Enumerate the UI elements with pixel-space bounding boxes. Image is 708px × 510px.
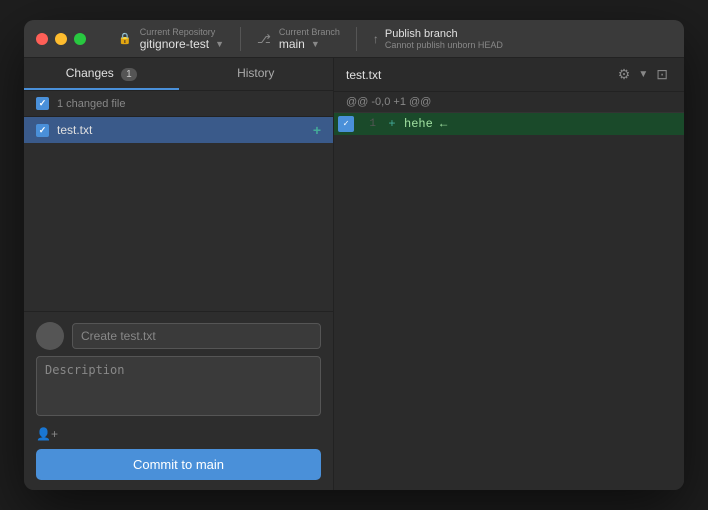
repo-label: Current Repository xyxy=(140,27,224,37)
tab-history[interactable]: History xyxy=(179,58,334,90)
split-view-icon[interactable]: ⊡ xyxy=(652,64,672,85)
diff-filename: test.txt xyxy=(346,68,381,82)
file-item[interactable]: test.txt + xyxy=(24,117,333,143)
changed-header-left: 1 changed file xyxy=(36,97,126,110)
diff-line-added: 1 + hehe ← xyxy=(334,113,684,135)
file-status-icon: + xyxy=(313,122,321,138)
commit-description-input[interactable] xyxy=(36,356,321,416)
settings-dropdown[interactable]: ▼ xyxy=(638,69,648,80)
close-button[interactable] xyxy=(36,33,48,45)
commit-title-input[interactable] xyxy=(72,323,321,349)
repo-name-row: gitignore-test ▼ xyxy=(140,37,224,51)
commit-button[interactable]: Commit to main xyxy=(36,449,321,480)
publish-label: Publish branch xyxy=(385,28,503,40)
file-checkbox[interactable] xyxy=(36,124,49,137)
app-window: 🔒 Current Repository gitignore-test ▼ ⎇ … xyxy=(24,20,684,490)
traffic-lights xyxy=(36,33,86,45)
commit-author-row xyxy=(36,322,321,350)
titlebar-sections: 🔒 Current Repository gitignore-test ▼ ⎇ … xyxy=(102,27,672,51)
diff-line-num: 1 xyxy=(354,118,384,130)
diff-header: test.txt ⚙ ▼ ⊡ xyxy=(334,58,684,92)
main-content: Changes 1 History 1 changed file test.tx xyxy=(24,58,684,490)
file-list: test.txt + xyxy=(24,117,333,311)
diff-controls: ⚙ ▼ ⊡ xyxy=(614,64,672,85)
publish-icon: ↑ xyxy=(373,32,379,46)
repo-name: gitignore-test xyxy=(140,37,209,51)
coauthor-icon: 👤+ xyxy=(36,427,58,441)
branch-name-row: main ▼ xyxy=(279,37,340,51)
right-panel: test.txt ⚙ ▼ ⊡ @@ -0,0 +1 @@ 1 + hehe ← xyxy=(334,58,684,490)
commit-area: 👤+ Commit to main xyxy=(24,311,333,490)
repo-section[interactable]: 🔒 Current Repository gitignore-test ▼ xyxy=(102,27,241,51)
diff-hunk-header: @@ -0,0 +1 @@ xyxy=(334,92,684,113)
titlebar: 🔒 Current Repository gitignore-test ▼ ⎇ … xyxy=(24,20,684,58)
changed-count-label: 1 changed file xyxy=(57,98,126,110)
tab-bar: Changes 1 History xyxy=(24,58,333,91)
minimize-button[interactable] xyxy=(55,33,67,45)
diff-line-type: + xyxy=(384,117,400,131)
commit-footer: 👤+ xyxy=(36,427,321,441)
file-name: test.txt xyxy=(57,123,305,137)
diff-line-checkbox[interactable] xyxy=(338,116,354,132)
changed-files-header: 1 changed file xyxy=(24,91,333,117)
select-all-checkbox[interactable] xyxy=(36,97,49,110)
hunk-header-text: @@ -0,0 +1 @@ xyxy=(346,96,431,108)
publish-section[interactable]: ↑ Publish branch Cannot publish unborn H… xyxy=(357,27,503,51)
branch-dropdown-arrow: ▼ xyxy=(311,39,320,49)
branch-section[interactable]: ⎇ Current Branch main ▼ xyxy=(241,27,357,51)
settings-icon[interactable]: ⚙ xyxy=(614,64,635,85)
tab-changes[interactable]: Changes 1 xyxy=(24,58,179,90)
branch-name: main xyxy=(279,37,305,51)
repo-dropdown-arrow: ▼ xyxy=(215,39,224,49)
branch-icon: ⎇ xyxy=(257,32,271,46)
diff-line-text: hehe ← xyxy=(400,117,447,131)
maximize-button[interactable] xyxy=(74,33,86,45)
avatar xyxy=(36,322,64,350)
left-panel: Changes 1 History 1 changed file test.tx xyxy=(24,58,334,490)
diff-content: 1 + hehe ← xyxy=(334,113,684,490)
publish-sublabel: Cannot publish unborn HEAD xyxy=(385,40,503,50)
lock-icon: 🔒 xyxy=(118,32,132,45)
changes-badge: 1 xyxy=(121,68,137,81)
branch-label: Current Branch xyxy=(279,27,340,37)
